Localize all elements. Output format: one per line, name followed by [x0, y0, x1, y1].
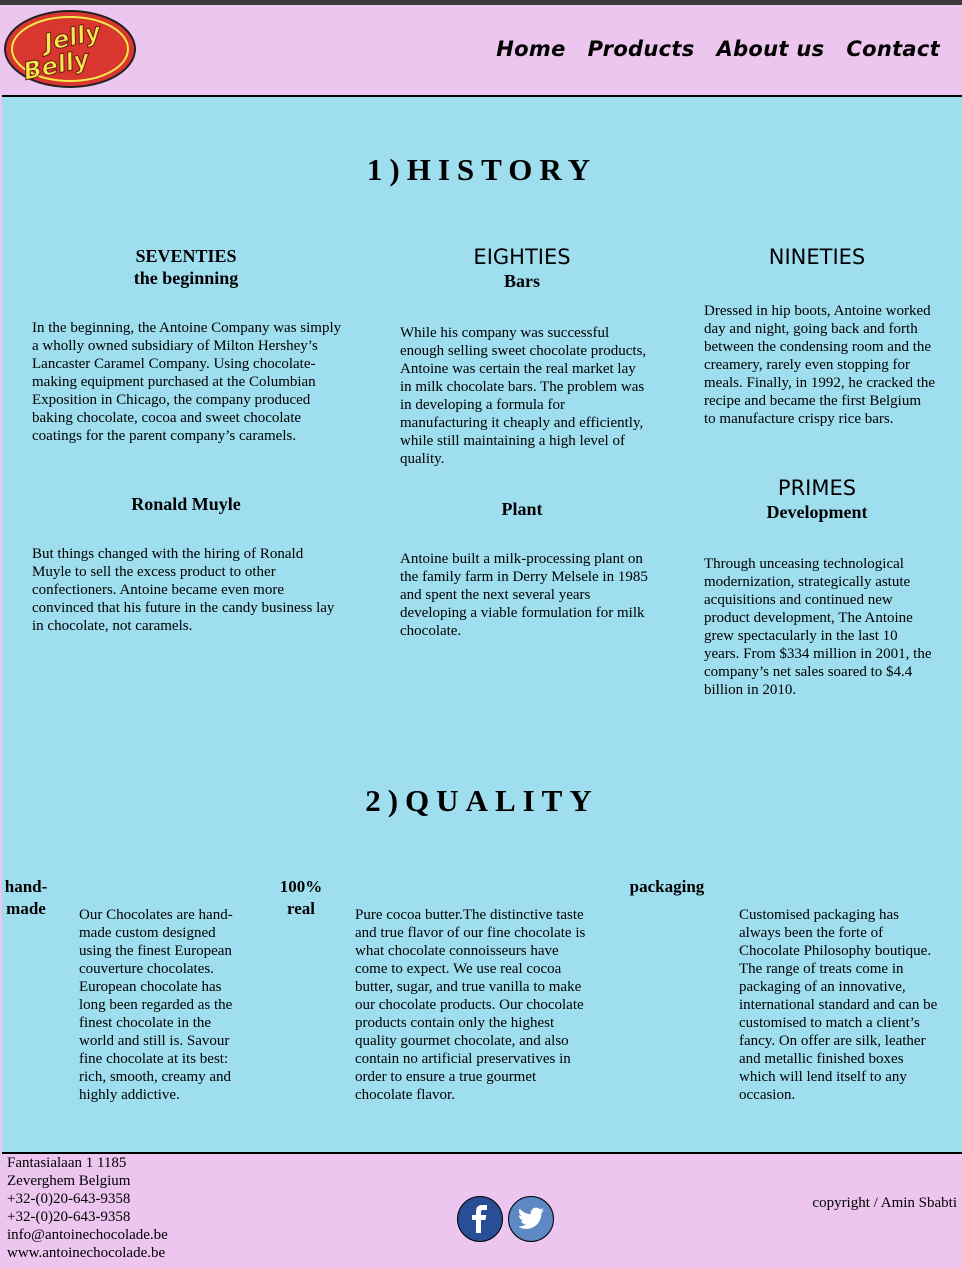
website-link[interactable]: www.antoinechocolade.be	[7, 1244, 168, 1262]
eighties-subtitle: Bars	[504, 271, 540, 291]
facebook-icon	[472, 1205, 487, 1233]
quality-title: 2)QUALITY	[365, 783, 599, 818]
nineties-title: NINETIES	[768, 245, 866, 269]
seventies-subtitle: the beginning	[133, 268, 239, 288]
packaging-heading: packaging	[629, 877, 705, 896]
seventies-heading: SEVENTIES the beginning	[32, 245, 340, 289]
facebook-button[interactable]	[457, 1196, 503, 1242]
plant-heading: Plant	[501, 499, 543, 519]
address-line: Fantasialaan 1 1185	[7, 1155, 127, 1171]
twitter-button[interactable]	[508, 1196, 554, 1242]
nineties-heading: NINETIES	[672, 244, 962, 270]
primes-subtitle: Development	[766, 502, 868, 522]
address-line: Zeverghem Belgium	[7, 1173, 131, 1189]
contact-address: Fantasialaan 1 1185 Zeverghem Belgium +3…	[7, 1154, 168, 1262]
ronald-muyle-text: But things changed with the hiring of Ro…	[32, 546, 335, 634]
history-title: 1)HISTORY	[366, 152, 598, 187]
site-footer: Fantasialaan 1 1185 Zeverghem Belgium +3…	[2, 1152, 962, 1268]
primes-title: PRIMES	[777, 476, 857, 500]
packaging-text: Customised packaging has always been the…	[739, 907, 938, 1103]
copyright-text: copyright / Amin Sbabti	[812, 1195, 957, 1211]
primes-heading: PRIMES Development	[672, 475, 962, 523]
jelly-belly-logo[interactable]: Jelly Belly	[2, 7, 138, 91]
nav-about-us[interactable]: About us	[717, 37, 825, 61]
site-header: Jelly Belly Home Products About us Conta…	[2, 5, 962, 97]
email-link[interactable]: info@antoinechocolade.be	[7, 1226, 168, 1244]
nineties-text: Dressed in hip boots, Antoine worked day…	[704, 303, 936, 427]
main-nav: Home Products About us Contact	[496, 37, 940, 61]
eighties-title: EIGHTIES	[473, 245, 571, 269]
eighties-heading: EIGHTIES Bars	[372, 244, 672, 292]
seventies-text: In the beginning, the Antoine Company wa…	[32, 320, 342, 444]
twitter-icon	[517, 1207, 544, 1229]
real-heading: 100% real	[279, 877, 323, 918]
seventies-title: SEVENTIES	[135, 246, 237, 266]
nav-contact[interactable]: Contact	[846, 37, 940, 61]
nav-products[interactable]: Products	[588, 37, 695, 61]
handmade-heading: hand-made	[4, 877, 48, 918]
handmade-text: Our Chocolates are hand-made custom desi…	[79, 907, 233, 1103]
ronald-muyle-heading: Ronald Muyle	[131, 494, 241, 514]
real-text: Pure cocoa butter.The distinctive taste …	[355, 907, 586, 1103]
phone-line: +32-(0)20-643-9358	[7, 1209, 131, 1225]
eighties-text: While his company was successful enough …	[400, 325, 647, 467]
primes-text: Through unceasing technological moderniz…	[704, 556, 932, 698]
nav-home[interactable]: Home	[496, 37, 565, 61]
social-links	[457, 1196, 554, 1242]
plant-text: Antoine built a milk-processing plant on…	[400, 551, 648, 639]
phone-line: +32-(0)20-643-9358	[7, 1191, 131, 1207]
main-content: 1)HISTORY SEVENTIES the beginning In the…	[2, 97, 962, 1152]
